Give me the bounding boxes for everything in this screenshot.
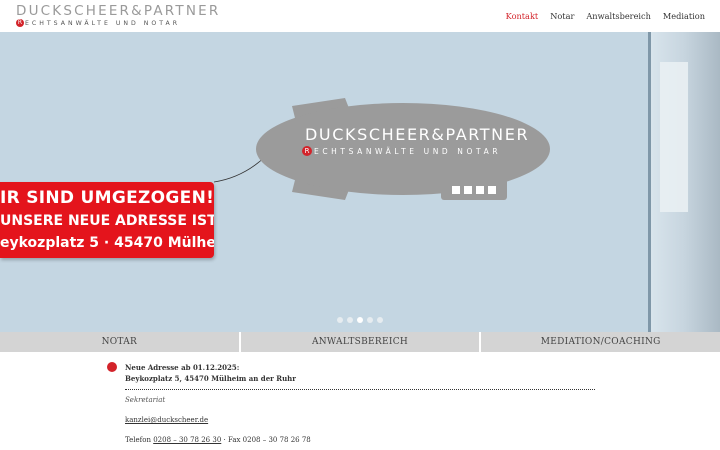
gondola-window <box>452 186 460 194</box>
sign-line-address: eykozplatz 5 · 45470 Mülheim <box>0 235 214 251</box>
new-address: Neue Adresse ab 01.12.2025: Beykozplatz … <box>125 362 296 384</box>
slider-dot-3[interactable] <box>357 317 363 323</box>
slider-dot-5[interactable] <box>377 317 383 323</box>
hero-slider: DUCKSCHEER&PARTNER R ECHTSANWÄLTE UND NO… <box>0 32 720 332</box>
phone-link[interactable]: 0208 – 30 78 26 30 <box>153 436 221 444</box>
phone-prefix: Telefon <box>125 436 154 444</box>
blimp-title: DUCKSCHEER&PARTNER <box>305 125 530 144</box>
section-tabs: NOTAR ANWALTSBEREICH MEDIATION/COACHING <box>0 332 720 352</box>
nav-item-anwaltsbereich[interactable]: Anwaltsbereich <box>586 11 651 21</box>
nav-item-mediation[interactable]: Mediation <box>663 11 705 21</box>
logo-name: DUCKSCHEER&PARTNER <box>16 3 221 19</box>
site-logo[interactable]: DUCKSCHEER&PARTNER R ECHTSANWÄLTE UND NO… <box>16 4 220 27</box>
gondola-window <box>464 186 472 194</box>
logo-subtitle-text: ECHTSANWÄLTE UND NOTAR <box>25 19 181 27</box>
secretariat-label: Sekretariat <box>125 396 166 404</box>
blimp-gondola <box>441 179 507 200</box>
nav-item-notar[interactable]: Notar <box>550 11 574 21</box>
slider-dot-1[interactable] <box>337 317 343 323</box>
blimp-r-badge: R <box>302 146 312 156</box>
sign-headline: IR SIND UMGEZOGEN! <box>0 188 214 208</box>
tab-mediation-coaching[interactable]: MEDIATION/COACHING <box>481 332 720 352</box>
nav-item-kontakt[interactable]: Kontakt <box>506 11 539 21</box>
address-line-1: Neue Adresse ab 01.12.2025: <box>125 363 240 372</box>
dotted-divider <box>125 389 595 390</box>
main-nav: Kontakt Notar Anwaltsbereich Mediation <box>506 11 705 21</box>
email-link[interactable]: kanzlei@duckscheer.de <box>125 416 208 424</box>
blimp-subtitle-text: ECHTSANWÄLTE UND NOTAR <box>314 146 502 156</box>
gondola-window <box>488 186 496 194</box>
tab-anwaltsbereich[interactable]: ANWALTSBEREICH <box>240 332 480 352</box>
gondola-window <box>476 186 484 194</box>
fax-text: · Fax 0208 – 30 78 26 78 <box>221 436 311 444</box>
tab-notar[interactable]: NOTAR <box>0 332 239 352</box>
slider-dot-2[interactable] <box>347 317 353 323</box>
moved-announcement-sign: IR SIND UMGEZOGEN! UNSERE NEUE ADRESSE I… <box>0 182 214 258</box>
phone-fax-line: Telefon 0208 – 30 78 26 30 · Fax 0208 – … <box>125 436 311 444</box>
location-bullet-icon <box>107 362 117 372</box>
window-pane <box>660 62 688 212</box>
address-line-2: Beykozplatz 5, 45470 Mülheim an der Ruhr <box>125 374 296 383</box>
blimp-subtitle: R ECHTSANWÄLTE UND NOTAR <box>302 146 501 156</box>
logo-r-badge: R <box>16 19 24 27</box>
logo-subtitle: R ECHTSANWÄLTE UND NOTAR <box>16 19 220 27</box>
slider-dots <box>337 317 383 323</box>
sign-line-new-address: UNSERE NEUE ADRESSE IST: <box>0 213 214 229</box>
site-header: DUCKSCHEER&PARTNER R ECHTSANWÄLTE UND NO… <box>0 0 720 32</box>
office-photo-strip <box>648 32 720 332</box>
slider-dot-4[interactable] <box>367 317 373 323</box>
